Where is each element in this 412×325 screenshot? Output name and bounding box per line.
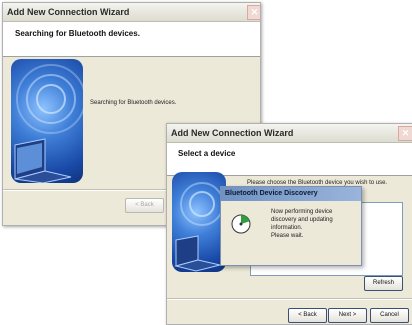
close-icon: ✕ <box>250 7 259 17</box>
laptop-wave-icon <box>174 182 224 272</box>
busy-spinner-icon <box>231 214 251 234</box>
next-button[interactable]: Next > <box>328 308 367 323</box>
close-button[interactable]: ✕ <box>398 126 412 141</box>
wizard-header: Searching for Bluetooth devices. <box>3 22 260 57</box>
back-button[interactable]: < Back <box>125 198 164 213</box>
dialog-message-line3: information. <box>271 225 303 231</box>
page-title: Searching for Bluetooth devices. <box>15 29 140 38</box>
dialog-title: Bluetooth Device Discovery <box>225 190 318 197</box>
dialog-title-bar: Bluetooth Device Discovery <box>221 187 361 201</box>
title-bar: Add New Connection Wizard ✕ <box>3 3 260 22</box>
discovery-dialog: Bluetooth Device Discovery Now performin… <box>220 186 362 266</box>
laptop-wave-icon <box>14 64 83 183</box>
refresh-button[interactable]: Refresh <box>364 276 403 291</box>
status-text: Searching for Bluetooth devices. <box>90 100 177 106</box>
title-bar: Add New Connection Wizard ✕ <box>167 124 412 143</box>
bluetooth-illustration <box>172 172 226 272</box>
window-title: Add New Connection Wizard <box>171 128 294 138</box>
bluetooth-illustration <box>11 59 83 183</box>
cancel-button[interactable]: Cancel <box>370 308 409 323</box>
dialog-message-line1: Now performing device <box>271 209 333 215</box>
close-button[interactable]: ✕ <box>247 5 260 20</box>
window-title: Add New Connection Wizard <box>7 7 130 17</box>
close-icon: ✕ <box>401 128 410 138</box>
page-title: Select a device <box>178 149 236 158</box>
footer-divider <box>167 298 412 300</box>
dialog-message-line4: Please wait. <box>271 233 304 239</box>
back-button[interactable]: < Back <box>288 308 327 323</box>
dialog-message-line2: discovery and updating <box>271 217 333 223</box>
